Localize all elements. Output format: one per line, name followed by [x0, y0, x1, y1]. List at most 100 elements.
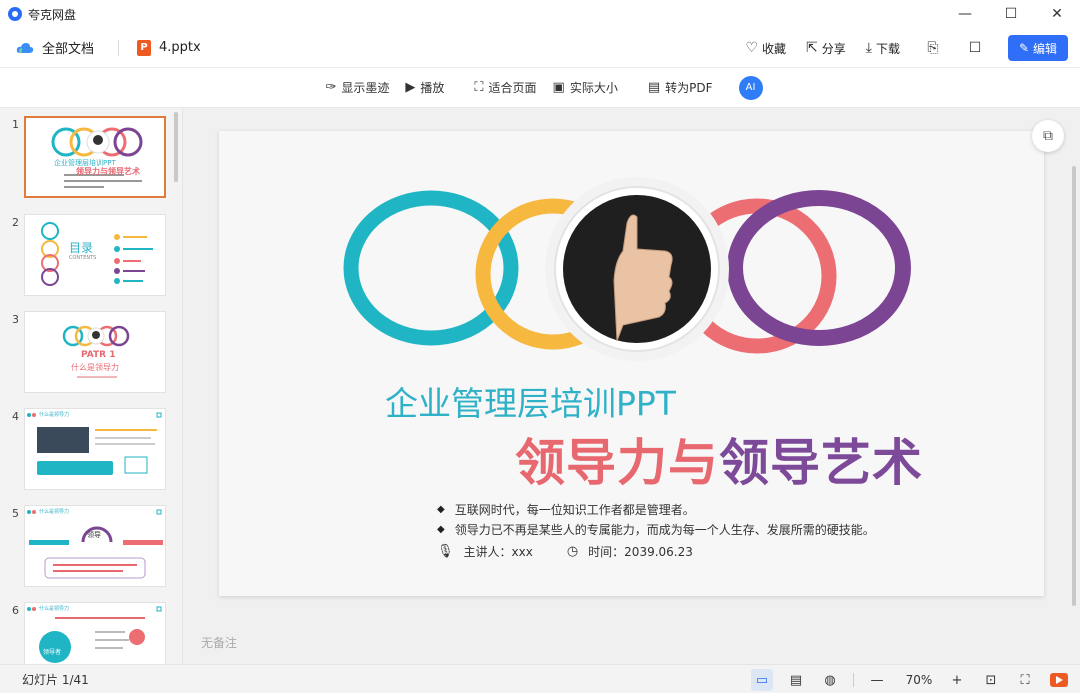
- play-circle-icon: ▶: [405, 80, 416, 95]
- notes-view-icon[interactable]: ▤: [785, 669, 807, 691]
- feedback-icon[interactable]: ☐: [966, 40, 984, 56]
- slide-title-line1: 企业管理层培训PPT: [385, 384, 676, 423]
- thumbnail-center-label: 领导者: [43, 649, 62, 656]
- diamond-bullet-icon: ◆: [437, 524, 445, 535]
- thumbnail-title: 什么是领导力: [39, 412, 70, 418]
- share-icon: ⇱: [806, 40, 818, 56]
- fullscreen-icon[interactable]: ⛶: [1014, 669, 1036, 691]
- fit-page-icon: ⛶: [474, 80, 484, 95]
- thumbnail-number: 2: [12, 216, 19, 229]
- fit-page-label: 适合页面: [488, 81, 537, 95]
- thumbnail-slide-3[interactable]: PATR 1 什么是领导力: [24, 311, 166, 393]
- speaker-label: 主讲人：xxx: [463, 545, 533, 559]
- app-title: 夸克网盘: [28, 7, 77, 22]
- thumbnail-title: 什么是领导力: [39, 509, 70, 515]
- slide-bullet-text: 领导力已不再是某些人的专属能力，而成为每一个人生存、发展所需的硬技能。: [454, 523, 875, 537]
- thumbnail-title: 目录: [69, 241, 94, 255]
- thumbnail-slide-5[interactable]: 什么是领导力 领导: [24, 505, 166, 587]
- share-label: 分享: [821, 41, 846, 56]
- thumbnail-row[interactable]: 1 企业管理层培训PPT 领导力与领导艺术: [0, 116, 182, 200]
- nav-divider: [118, 39, 120, 56]
- slide-bullet: ◆ 互联网时代，每一位知识工作者都是管理者。: [437, 501, 695, 518]
- pdf-icon: ▤: [647, 80, 661, 95]
- slideshow-play-icon[interactable]: [1050, 673, 1068, 687]
- all-docs-link[interactable]: 全部文档: [42, 38, 94, 57]
- thumbnail-row[interactable]: 4 什么是领导力: [0, 408, 182, 492]
- edit-button[interactable]: ✎ 编辑: [1008, 35, 1068, 61]
- status-bar: 幻灯片 1/41 ▭ ▤ ◍ — 70% + ⊡ ⛶: [0, 664, 1080, 693]
- thumbnail-slide-1[interactable]: 企业管理层培训PPT 领导力与领导艺术: [24, 116, 166, 198]
- thumbnail-slide-6[interactable]: 什么是领导力 领导者: [24, 602, 166, 664]
- window-controls: — ☐ ✕: [942, 0, 1080, 28]
- maximize-button[interactable]: ☐: [988, 0, 1034, 28]
- play-button[interactable]: ▶ 播放: [405, 79, 444, 96]
- to-pdf-label: 转为PDF: [665, 81, 713, 95]
- thumbnail-number: 6: [12, 604, 19, 617]
- minimize-button[interactable]: —: [942, 0, 988, 28]
- heart-icon: ♡: [745, 40, 759, 56]
- to-pdf-button[interactable]: ▤ 转为PDF: [648, 79, 713, 96]
- cloud-icon: [16, 42, 34, 54]
- zoom-level: 70%: [905, 673, 933, 687]
- thumbnail-subtitle: CONTENTS: [69, 255, 97, 261]
- thumbnail-slide-2[interactable]: 目录 CONTENTS: [24, 214, 166, 296]
- thumbnail-number: 5: [12, 507, 19, 520]
- share-button[interactable]: ⇱ 分享: [806, 40, 846, 57]
- close-button[interactable]: ✕: [1034, 0, 1080, 28]
- thumbnail-row[interactable]: 5 什么是领导力 领导: [0, 505, 182, 589]
- floating-tool-icon[interactable]: ⧉: [1032, 120, 1064, 152]
- thumbnail-slide-4[interactable]: 什么是领导力: [24, 408, 166, 490]
- slide-bullet-text: 互联网时代，每一位知识工作者都是管理者。: [454, 503, 695, 517]
- zoom-out-icon[interactable]: —: [866, 669, 888, 691]
- current-slide: 企业管理层培训PPT 领导力与领导艺术 ◆ 互联网时代，每一位知识工作者都是管理者…: [219, 131, 1044, 596]
- slide-viewer[interactable]: 企业管理层培训PPT 领导力与领导艺术 ◆ 互联网时代，每一位知识工作者都是管理者…: [183, 108, 1080, 664]
- file-name: 4.pptx: [159, 40, 201, 55]
- thumbnail-subtitle: 什么是领导力: [71, 363, 119, 372]
- thumbnail-5-art: [27, 509, 163, 579]
- zoom-in-icon[interactable]: +: [946, 669, 968, 691]
- nav-actions: ♡ 收藏 ⇱ 分享 ⤓ 下载 ⎘ ☐ ✎ 编辑: [725, 34, 1068, 62]
- microphone-icon: 🎙: [437, 544, 454, 559]
- app-logo-icon: [8, 7, 22, 21]
- thumbnail-number: 3: [12, 313, 19, 326]
- pencil-icon: ✎: [1018, 41, 1030, 55]
- save-to-drive-icon[interactable]: ⎘: [924, 40, 942, 56]
- clock-icon: ◷: [566, 544, 579, 559]
- download-label: 下载: [875, 41, 900, 56]
- thumbnail-subtitle: 领导力与领导艺术: [76, 167, 140, 176]
- ai-assistant-button[interactable]: AI: [738, 75, 763, 100]
- thumbnail-row[interactable]: 6 什么是领导力 领导者: [0, 602, 182, 664]
- show-ink-button[interactable]: ✑ 显示墨迹: [325, 79, 389, 96]
- time-label: 时间：2039.06.23: [588, 545, 693, 559]
- actual-size-label: 实际大小: [569, 81, 618, 95]
- notes-placeholder[interactable]: 无备注: [201, 634, 237, 651]
- favorite-button[interactable]: ♡ 收藏: [745, 40, 786, 57]
- thumbnail-title: 什么是领导力: [39, 606, 70, 612]
- top-nav: 全部文档 P 4.pptx ♡ 收藏 ⇱ 分享 ⤓ 下载 ⎘ ☐ ✎ 编辑: [0, 28, 1080, 68]
- thumbnail-title: PATR 1: [81, 350, 116, 360]
- thumbnail-center-label: 领导: [87, 531, 101, 539]
- status-controls: ▭ ▤ ◍ — 70% + ⊡ ⛶: [739, 668, 1068, 692]
- thumbnail-row[interactable]: 3 PATR 1 什么是领导力: [0, 311, 182, 395]
- download-button[interactable]: ⤓ 下载: [866, 40, 900, 57]
- status-divider: [853, 673, 854, 687]
- thumbnail-panel[interactable]: 1 企业管理层培训PPT 领导力与领导艺术 2 目录 CONTENTS 3 PA…: [0, 108, 183, 664]
- thumbnail-row[interactable]: 2 目录 CONTENTS: [0, 214, 182, 298]
- viewer-toolbar: ✑ 显示墨迹 ▶ 播放 ⛶ 适合页面 ▣ 实际大小 ▤ 转为PDF AI: [0, 68, 1080, 108]
- thumbnail-number: 1: [12, 118, 19, 131]
- main-scrollbar[interactable]: [1072, 166, 1076, 606]
- pptx-file-icon: P: [137, 39, 152, 56]
- pen-icon: ✑: [325, 80, 337, 95]
- actual-size-button[interactable]: ▣ 实际大小: [553, 79, 618, 96]
- title-bar: 夸克网盘 — ☐ ✕: [0, 0, 1080, 28]
- actual-size-icon: ▣: [552, 80, 565, 95]
- download-icon: ⤓: [865, 40, 872, 56]
- globe-icon[interactable]: ◍: [819, 669, 841, 691]
- normal-view-icon[interactable]: ▭: [751, 669, 773, 691]
- fit-page-button[interactable]: ⛶ 适合页面: [474, 79, 536, 96]
- slide-title-line2: 领导力与领导艺术: [515, 423, 923, 495]
- play-label: 播放: [420, 81, 445, 95]
- slide-title-part2: 领导艺术: [719, 434, 923, 492]
- fit-window-icon[interactable]: ⊡: [980, 669, 1002, 691]
- diamond-bullet-icon: ◆: [437, 504, 445, 515]
